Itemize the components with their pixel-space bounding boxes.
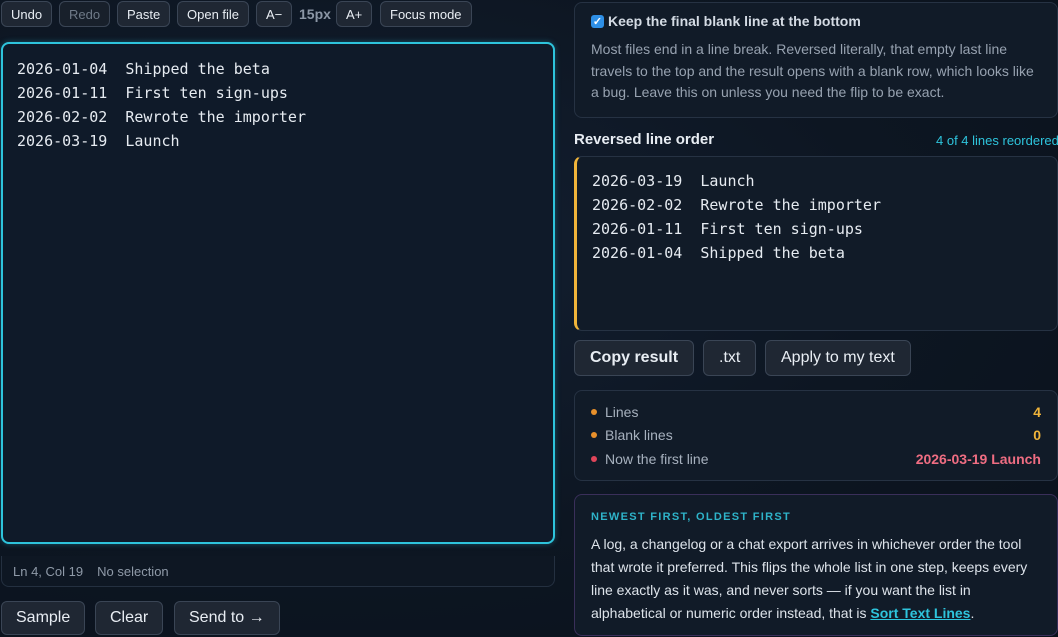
font-increase-button[interactable]: A+ [336,1,373,27]
focus-mode-button[interactable]: Focus mode [380,1,472,27]
stat-dot [591,408,597,415]
input-editor[interactable]: 2026-01-04 Shipped the beta 2026-01-11 F… [1,42,555,544]
stat-lines: Lines 4 [591,400,1041,424]
info-end: . [970,605,975,621]
stat-dot [591,455,597,462]
sample-button[interactable]: Sample [1,601,86,635]
output-textarea[interactable]: 2026-03-19 Launch 2026-02-02 Rewrote the… [574,156,1058,331]
info-panel: NEWEST FIRST, OLDEST FIRST A log, a chan… [574,494,1058,636]
keep-blank-line-checkbox[interactable]: ✓ [591,14,604,28]
keep-blank-line-description: Most files end in a line break. Reversed… [591,41,1034,100]
copy-result-button[interactable]: Copy result [574,340,695,376]
stat-dot [591,432,597,439]
open-file-button[interactable]: Open file [177,1,250,27]
cursor-position: Ln 4, Col 19 [13,563,84,579]
stat-value: 2026-03-19 Launch [915,450,1041,467]
apply-to-text-button[interactable]: Apply to my text [765,340,911,376]
stat-label: Now the first line [605,450,709,467]
options-panel: ✓ Keep the final blank line at the botto… [574,2,1058,118]
stat-label: Blank lines [605,427,673,444]
undo-button[interactable]: Undo [1,1,53,27]
stat-value: 4 [1033,403,1041,420]
font-decrease-button[interactable]: A− [256,1,293,27]
paste-button[interactable]: Paste [117,1,171,27]
stat-blank-lines: Blank lines 0 [591,424,1041,448]
download-txt-button[interactable]: .txt [703,340,757,376]
stats-panel: Lines 4 Blank lines 0 Now the first line… [574,390,1058,481]
keep-blank-line-label: Keep the final blank line at the bottom [608,13,861,29]
keep-blank-line-option[interactable]: ✓ Keep the final blank line at the botto… [591,13,1041,29]
stat-label: Lines [605,403,639,420]
reorder-count: 4 of 4 lines reordered [936,133,1058,148]
editor-status-bar: Ln 4, Col 19 No selection [1,556,555,587]
send-to-button[interactable]: Send to → [174,601,280,635]
clear-button[interactable]: Clear [95,601,164,635]
redo-button[interactable]: Redo [59,1,111,27]
info-text: A log, a changelog or a chat export arri… [591,533,1041,625]
stat-value: 0 [1033,427,1041,444]
font-size-readout: 15px [299,6,331,22]
output-title: Reversed line order [574,131,715,148]
sort-text-lines-link[interactable]: Sort Text Lines [870,605,970,621]
stat-first-line: Now the first line 2026-03-19 Launch [591,447,1041,471]
info-kicker: NEWEST FIRST, OLDEST FIRST [591,511,792,523]
selection-status: No selection [97,563,169,579]
